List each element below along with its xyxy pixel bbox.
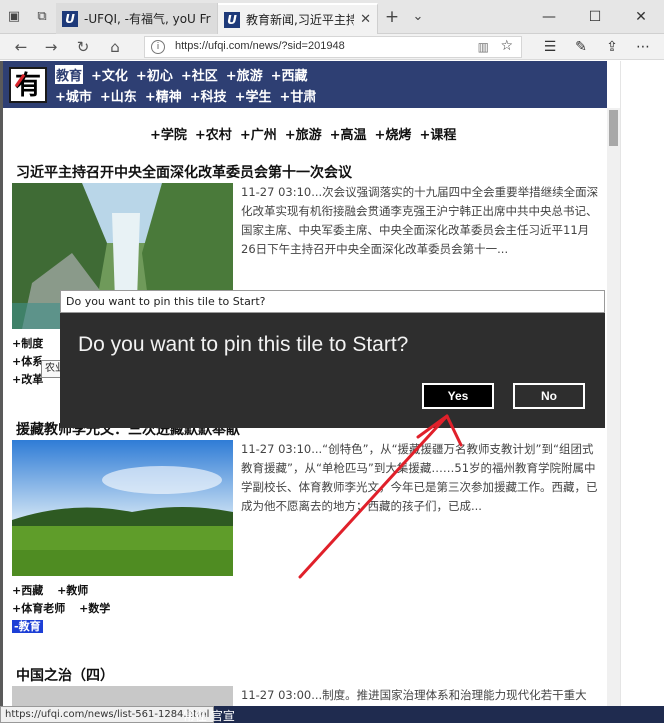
article-title[interactable]: 习近平主持召开中央全面深化改革委员会第十一次会议 [16, 162, 352, 182]
article-tags: +西藏 +教师 +体育老师 +数学 -教育 [12, 582, 120, 636]
tab-title: -UFQI, -有福气, yoU Frqtly Q [84, 12, 211, 26]
maximize-button[interactable]: ☐ [572, 0, 618, 34]
favorite-star-icon[interactable]: ☆ [500, 38, 513, 54]
reading-view-icon[interactable]: ▥ [478, 40, 489, 54]
article-title[interactable]: 中国之治（四） [16, 665, 114, 685]
address-bar: ← → ↻ ⌂ i https://ufqi.com/news/?sid=201… [0, 34, 664, 60]
article-tag-highlighted[interactable]: -教育 [12, 620, 43, 633]
back-button[interactable]: ← [10, 37, 32, 57]
nav-link[interactable]: +科技 [190, 86, 227, 105]
yes-button[interactable]: Yes [422, 383, 494, 409]
nav-row-2: +城市 +山东 +精神 +科技 +学生 +甘肃 [55, 86, 316, 105]
nav-link-education[interactable]: 教育 [55, 65, 84, 84]
browser-tab-bar: ▣ ⧉ U -UFQI, -有福气, yoU Frqtly Q U 教育新闻,习… [0, 0, 664, 34]
article-tag[interactable]: +教师 [57, 584, 88, 597]
topic-tag[interactable]: +课程 [419, 124, 456, 143]
nav-link[interactable]: +甘肃 [280, 86, 317, 105]
scrollbar-thumb[interactable] [609, 110, 618, 146]
more-menu-icon[interactable]: ⋯ [631, 37, 655, 57]
nav-link[interactable]: +旅游 [226, 65, 263, 84]
right-pane [620, 61, 664, 706]
topic-tag[interactable]: +农村 [195, 124, 232, 143]
topic-tag[interactable]: +旅游 [285, 124, 322, 143]
minimize-button[interactable]: — [526, 0, 572, 34]
tab-education-news[interactable]: U 教育新闻,习近平主持召 ✕ [218, 3, 378, 34]
site-logo[interactable]: 有 [9, 67, 47, 103]
nav-link[interactable]: +社区 [181, 65, 218, 84]
article-tag[interactable]: +西藏 [12, 584, 43, 597]
article-summary: 11-27 03:10...次会议强调落实的十九届四中全会重要举措继续全面深化改… [241, 185, 599, 256]
left-border [0, 61, 3, 706]
topic-tag-row: +学院 +农村 +广州 +旅游 +高温 +烧烤 +课程 [150, 124, 456, 143]
logo-glyph: 有 [15, 71, 42, 101]
chevron-down-icon[interactable]: ⌄ [410, 9, 426, 25]
nav-link[interactable]: +城市 [55, 86, 92, 105]
home-button[interactable]: ⌂ [104, 37, 126, 57]
refresh-button[interactable]: ↻ [72, 37, 94, 57]
close-tab-icon[interactable]: ✕ [360, 12, 371, 27]
nav-link[interactable]: +文化 [91, 65, 128, 84]
pen-icon[interactable]: ✎ [569, 37, 593, 57]
article-image[interactable] [12, 686, 233, 706]
article-tag[interactable]: +数学 [79, 602, 110, 615]
article-tag[interactable]: +体育老师 [12, 602, 65, 615]
forward-button[interactable]: → [40, 37, 62, 57]
dialog-title-bar: Do you want to pin this tile to Start? [60, 290, 605, 313]
article-tag[interactable]: +制度 [12, 337, 43, 350]
url-text[interactable]: https://ufqi.com/news/?sid=201948 [175, 40, 345, 52]
page-scrollbar[interactable] [607, 108, 620, 706]
topic-tag[interactable]: +烧烤 [375, 124, 412, 143]
article-tag[interactable]: +改革 [12, 373, 43, 386]
pin-to-start-dialog: Do you want to pin this tile to Start? Y… [60, 313, 605, 428]
topic-tag[interactable]: +广州 [240, 124, 277, 143]
no-button[interactable]: No [513, 383, 585, 409]
article-image-grassland[interactable] [12, 440, 233, 576]
nav-link[interactable]: +精神 [145, 86, 182, 105]
ufqi-favicon-icon: U [62, 10, 78, 27]
site-header: 有 教育 +文化 +初心 +社区 +旅游 +西藏 +城市 +山东 +精神 +科技… [3, 61, 607, 108]
new-tab-button[interactable]: + [384, 9, 400, 26]
tab-ufqi-home[interactable]: U -UFQI, -有福气, yoU Frqtly Q [56, 3, 218, 34]
article-summary: 11-27 03:00...制度。推进国家治理体系和治理能力现代化若干重大 [241, 688, 587, 702]
nav-link[interactable]: +山东 [100, 86, 137, 105]
nav-link[interactable]: +初心 [136, 65, 173, 84]
topic-tag[interactable]: +学院 [150, 124, 187, 143]
set-aside-tabs-icon[interactable]: ⧉ [34, 9, 50, 25]
status-bar: https://ufqi.com/news/list-561-1284.html… [0, 706, 664, 723]
share-icon[interactable]: ⇪ [600, 37, 624, 57]
url-field[interactable]: i https://ufqi.com/news/?sid=201948 ▥ ☆ [144, 36, 522, 58]
info-icon[interactable]: i [151, 40, 165, 54]
favorites-list-icon[interactable]: ☰ [538, 37, 562, 57]
status-text: 常在 官宣 [183, 709, 235, 723]
dialog-question: Do you want to pin this tile to Start? [78, 333, 409, 356]
nav-link[interactable]: +西藏 [271, 65, 308, 84]
topic-tag[interactable]: +高温 [330, 124, 367, 143]
tab-preview-icon[interactable]: ▣ [6, 9, 22, 25]
close-window-button[interactable]: ✕ [618, 0, 664, 34]
nav-link[interactable]: +学生 [235, 86, 272, 105]
nav-row-1: 教育 +文化 +初心 +社区 +旅游 +西藏 [55, 65, 308, 84]
tab-title: 教育新闻,习近平主持召 [246, 13, 354, 27]
ufqi-favicon-icon: U [224, 11, 240, 28]
article-tag[interactable]: +体系 [12, 355, 43, 368]
article-summary: 11-27 03:10...“创特色”，从“援藏援疆万名教师支教计划”到“组团式… [241, 442, 598, 513]
